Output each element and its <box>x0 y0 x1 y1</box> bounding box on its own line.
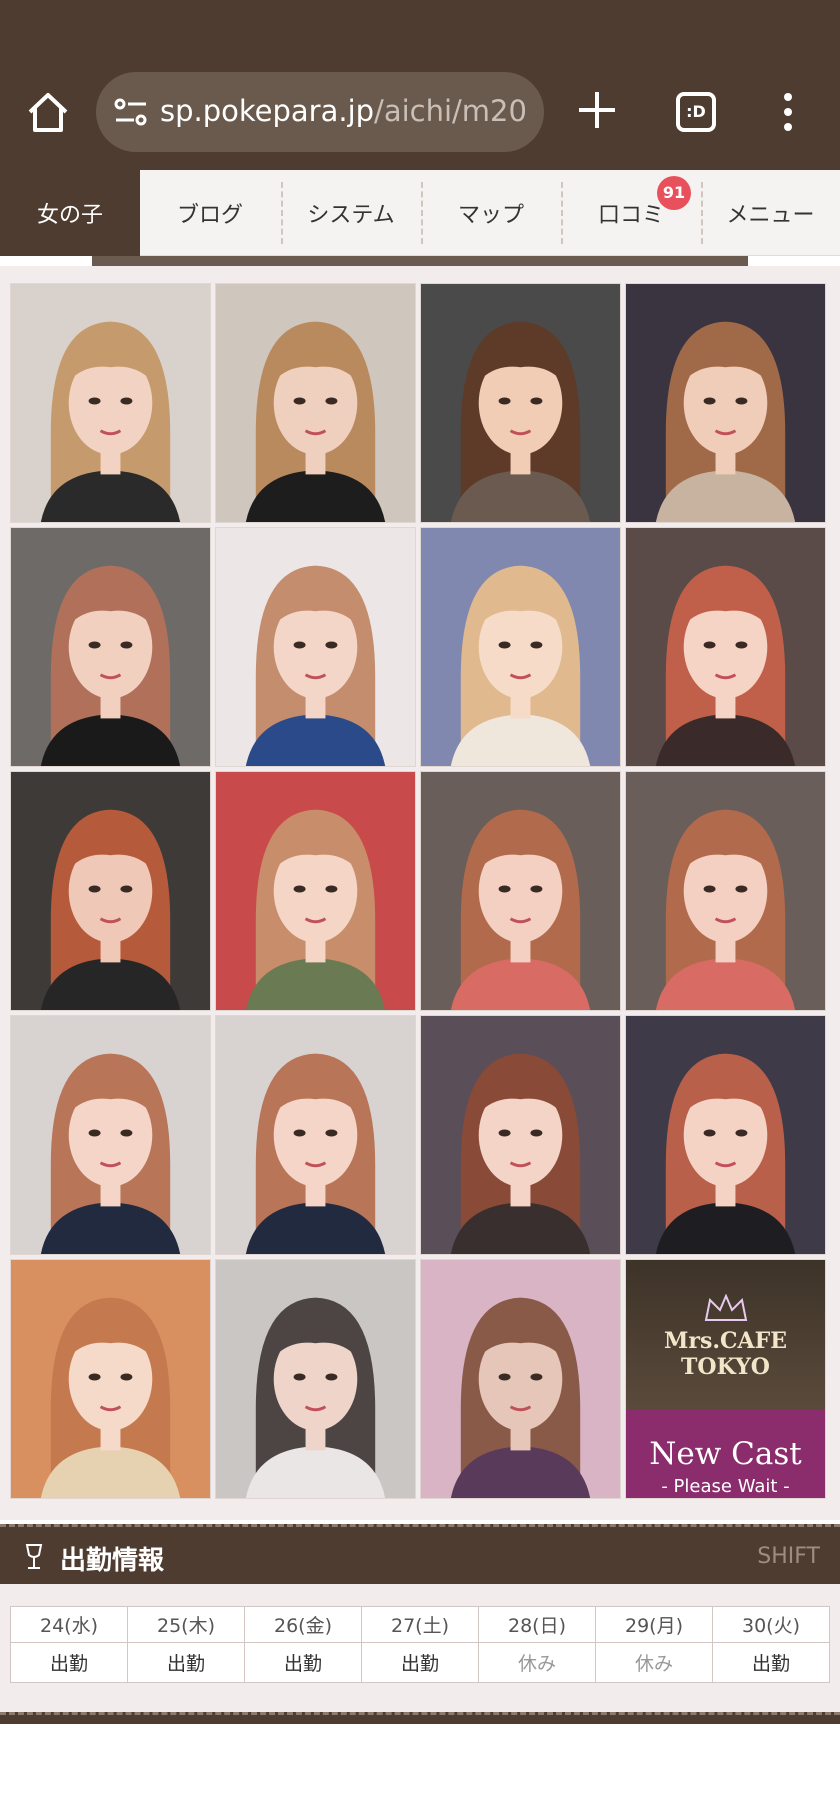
portrait-image <box>626 528 825 766</box>
shift-day-cell: 29(月) <box>595 1606 713 1643</box>
crown-icon <box>704 1294 748 1321</box>
cast-photo-2[interactable] <box>215 283 416 523</box>
nav-tab-menu[interactable]: メニュー <box>701 170 840 256</box>
shift-day-cell: 25(木) <box>127 1606 245 1643</box>
portrait-image <box>216 1016 415 1254</box>
address-bar[interactable]: sp.pokepara.jp/aichi/m20 <box>96 72 544 152</box>
cast-photo-4[interactable] <box>625 283 826 523</box>
portrait-image <box>626 1016 825 1254</box>
site-nav: 女の子 ブログ システム マップ 口コミ 91 メニュー <box>0 170 840 256</box>
card-subline: - Please Wait - <box>661 1476 790 1497</box>
shift-header: 出勤情報 SHIFT <box>0 1524 840 1584</box>
cast-gallery: Mrs.CAFE TOKYO New Cast - Please Wait - <box>10 283 830 1503</box>
portrait-image <box>626 772 825 1010</box>
home-icon[interactable] <box>24 88 72 136</box>
portrait-image <box>421 772 620 1010</box>
shift-table: 24(水) 25(木) 26(金) 27(土) 28(日) 29(月) 30(火) 出勤 出勤… <box>10 1606 830 1683</box>
portrait-image <box>216 772 415 1010</box>
cast-photo-1[interactable] <box>10 283 211 523</box>
nav-tab-girls[interactable]: 女の子 <box>0 170 140 256</box>
portrait-image <box>11 1260 210 1498</box>
card-brand-line2: TOKYO <box>681 1354 770 1380</box>
shift-status-cell: 出勤 <box>361 1642 479 1683</box>
portrait-image <box>11 528 210 766</box>
shift-day-cell: 28(日) <box>478 1606 596 1643</box>
nav-tab-blog[interactable]: ブログ <box>140 170 280 256</box>
portrait-image <box>11 1016 210 1254</box>
nav-tab-system[interactable]: システム <box>281 170 421 256</box>
cast-photo-6[interactable] <box>215 527 416 767</box>
shift-day-cell: 27(土) <box>361 1606 479 1643</box>
portrait-image <box>216 284 415 522</box>
cast-photo-8[interactable] <box>625 527 826 767</box>
shift-status-cell: 出勤 <box>127 1642 245 1683</box>
new-cast-card[interactable]: Mrs.CAFE TOKYO New Cast - Please Wait - <box>625 1259 826 1499</box>
tab-switcher-button[interactable]: :D <box>676 92 716 132</box>
shift-status-cell: 休み <box>478 1642 596 1683</box>
portrait-image <box>421 1260 620 1498</box>
url-host: sp.pokepara.jp <box>160 94 375 128</box>
cast-photo-15[interactable] <box>420 1015 621 1255</box>
portrait-image <box>421 284 620 522</box>
shift-days-row: 24(水) 25(木) 26(金) 27(土) 28(日) 29(月) 30(火) <box>10 1606 830 1643</box>
new-tab-icon[interactable] <box>575 88 619 132</box>
shift-subtitle: SHIFT <box>757 1544 820 1569</box>
shift-title: 出勤情報 <box>60 1546 165 1576</box>
shift-status-cell: 出勤 <box>10 1642 128 1683</box>
wine-glass-icon <box>25 1544 43 1569</box>
card-headline: New Cast <box>649 1436 802 1472</box>
cast-photo-11[interactable] <box>420 771 621 1011</box>
cast-photo-19[interactable] <box>420 1259 621 1499</box>
card-brand: Mrs.CAFE TOKYO <box>626 1328 825 1380</box>
cast-photo-13[interactable] <box>10 1015 211 1255</box>
portrait-image <box>11 284 210 522</box>
cast-photo-18[interactable] <box>215 1259 416 1499</box>
cast-photo-5[interactable] <box>10 527 211 767</box>
shift-day-cell: 30(火) <box>712 1606 830 1643</box>
banner-strip <box>92 256 748 266</box>
nav-tab-map[interactable]: マップ <box>421 170 561 256</box>
browser-toolbar: sp.pokepara.jp/aichi/m20 :D <box>0 0 840 170</box>
shift-status-cell: 出勤 <box>244 1642 362 1683</box>
site-settings-icon[interactable] <box>114 98 148 126</box>
card-brand-line1: Mrs.CAFE <box>664 1328 787 1354</box>
url-path: /aichi/m20 <box>374 94 527 128</box>
portrait-image <box>216 1260 415 1498</box>
cast-photo-16[interactable] <box>625 1015 826 1255</box>
shift-status-cell: 出勤 <box>712 1642 830 1683</box>
cast-photo-14[interactable] <box>215 1015 416 1255</box>
cast-photo-7[interactable] <box>420 527 621 767</box>
portrait-image <box>421 1016 620 1254</box>
portrait-image <box>421 528 620 766</box>
cast-photo-9[interactable] <box>10 771 211 1011</box>
shift-status-cell: 休み <box>595 1642 713 1683</box>
shift-day-cell: 26(金) <box>244 1606 362 1643</box>
reviews-count-badge: 91 <box>657 176 691 210</box>
portrait-image <box>626 284 825 522</box>
portrait-image <box>11 772 210 1010</box>
portrait-image <box>216 528 415 766</box>
cast-photo-12[interactable] <box>625 771 826 1011</box>
shift-day-cell: 24(水) <box>10 1606 128 1643</box>
cast-photo-10[interactable] <box>215 771 416 1011</box>
cast-photo-3[interactable] <box>420 283 621 523</box>
more-menu-icon[interactable] <box>782 92 794 132</box>
section-footer-bar <box>0 1712 840 1724</box>
cast-photo-17[interactable] <box>10 1259 211 1499</box>
url-text: sp.pokepara.jp/aichi/m20 <box>160 94 527 128</box>
shift-status-row: 出勤 出勤 出勤 出勤 休み 休み 出勤 <box>10 1642 830 1683</box>
